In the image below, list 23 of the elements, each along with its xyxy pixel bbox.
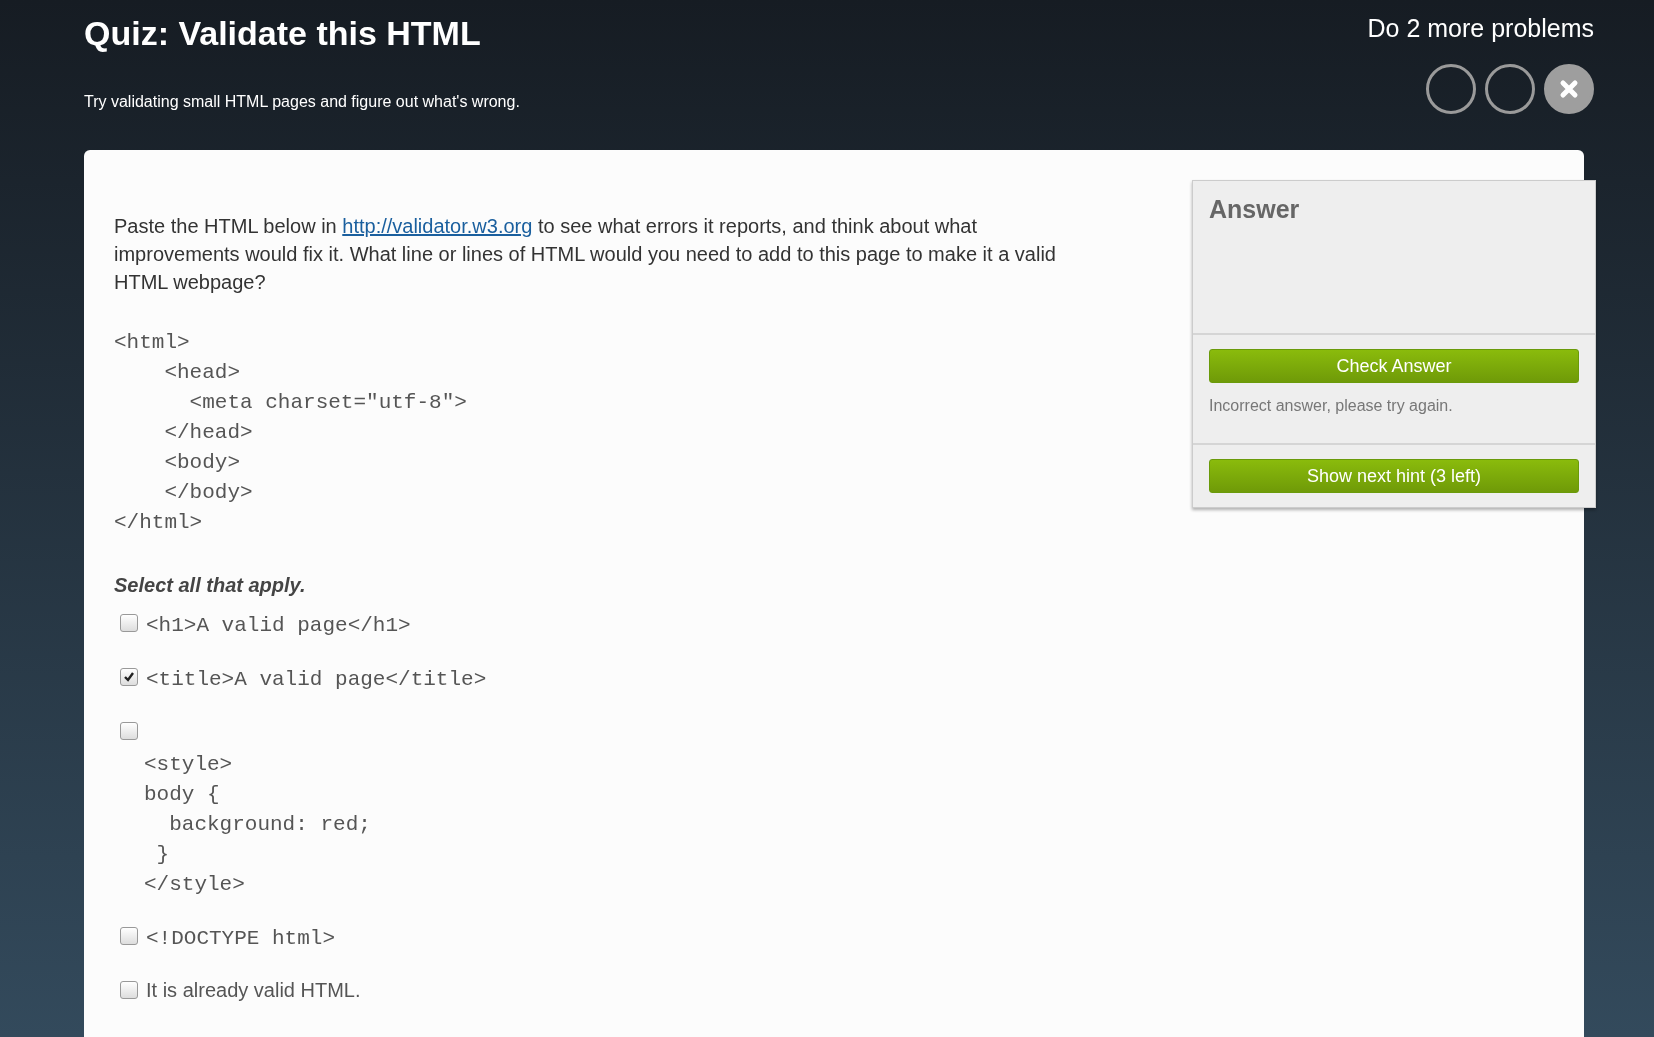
cross-icon bbox=[1559, 79, 1579, 99]
checkbox[interactable] bbox=[120, 722, 138, 740]
checkbox[interactable] bbox=[120, 668, 138, 686]
checkbox[interactable] bbox=[120, 927, 138, 945]
remaining-count: Do 2 more problems bbox=[1367, 14, 1594, 43]
option-label: <style> body { background: red; } </style> bbox=[143, 752, 371, 898]
check-answer-button[interactable]: Check Answer bbox=[1209, 349, 1579, 383]
instruction-text: Select all that apply. bbox=[114, 574, 307, 597]
answer-title: Answer bbox=[1209, 195, 1301, 225]
option-label: <h1>A valid page</h1> bbox=[146, 613, 411, 639]
checkbox[interactable] bbox=[120, 614, 138, 632]
question-text: Paste the HTML below in http://validator.w3.org to see what errors it reports, and think about what improvements would fix it. What line or lines of HTML would you need to add to this page to make it a valid HTML webpage? bbox=[114, 214, 1057, 295]
validator-link[interactable]: http://validator.w3.org bbox=[342, 215, 533, 237]
code-listing: <html> <head> <meta charset="utf-8"> </head> <body> </body> </html> bbox=[114, 330, 468, 536]
checkmark-icon bbox=[123, 671, 135, 683]
option-label: <title>A valid page</title> bbox=[146, 667, 487, 693]
hint-button[interactable]: Show next hint (3 left) bbox=[1209, 459, 1579, 493]
option-label: It is already valid HTML. bbox=[146, 978, 361, 1002]
checkbox[interactable] bbox=[120, 981, 138, 999]
page-subtitle: Try validating small HTML pages and figure out what's wrong. bbox=[84, 93, 520, 111]
option-label: <!DOCTYPE html> bbox=[146, 926, 336, 952]
page-title: Quiz: Validate this HTML bbox=[84, 14, 482, 53]
feedback-text: Incorrect answer, please try again. bbox=[1209, 397, 1454, 415]
